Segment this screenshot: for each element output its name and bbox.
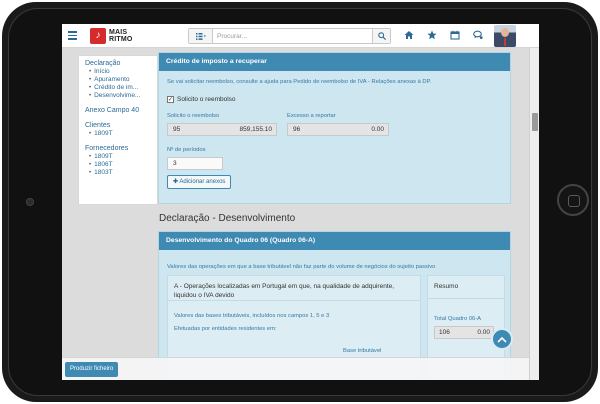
nav-item-inicio[interactable]: Início [89, 68, 151, 76]
app-screen: ♪ MAIS RITMO Procurar... Declaração • In… [62, 24, 539, 380]
scroll-to-top-button[interactable] [491, 328, 513, 350]
nav-item-credito[interactable]: Crédito de im... [89, 84, 151, 92]
nav-group-declaracao: Declaração Início Apuramento Crédito de … [85, 59, 151, 100]
list-icon [195, 32, 206, 40]
menu-icon[interactable] [68, 31, 77, 40]
produce-file-button[interactable]: Produzir ficheiro [65, 362, 119, 377]
chat-icon[interactable] [473, 30, 483, 40]
nav-group-anexo: Anexo Campo 40 [85, 106, 151, 115]
app-logo[interactable]: ♪ MAIS RITMO [90, 27, 133, 45]
search-icon [377, 32, 386, 40]
solicito-code: 95 [173, 126, 181, 133]
nav-header-clientes[interactable]: Clientes [85, 121, 151, 130]
list-filter-dropdown[interactable] [189, 29, 213, 43]
nav-item-apuramento[interactable]: Apuramento [89, 76, 151, 84]
credit-recovery-panel: Crédito de imposto a recuperar Se vai so… [158, 52, 511, 204]
divider [168, 300, 420, 301]
efetuadas-label: Efetuadas por entidades residentes em: [174, 326, 277, 332]
scrollbar-thumb[interactable] [532, 113, 538, 131]
home-icon[interactable] [404, 30, 414, 40]
nav-group-clientes: Clientes 1809T [85, 121, 151, 138]
search-button[interactable] [372, 29, 390, 43]
panel-title: Desenvolvimento do Quadro 06 (Quadro 06-… [159, 232, 510, 250]
nav-item-fornecedores-1809t[interactable]: 1809T [89, 153, 151, 161]
solicito-field[interactable]: 95 859,155.10 [167, 123, 277, 136]
excesso-field[interactable]: 96 0.00 [287, 123, 389, 136]
periodos-field[interactable]: 3 [167, 157, 223, 170]
base-tributavel-header: Base tributável [343, 348, 382, 354]
solicito-value: 859,155.10 [239, 126, 272, 133]
bases-note: Valores das bases tributáveis, incluídos… [174, 313, 330, 319]
resumo-title: Resumo [434, 283, 459, 290]
star-icon[interactable] [427, 30, 437, 40]
excesso-code: 96 [293, 126, 301, 133]
plus-icon: ✚ [173, 179, 179, 185]
total-quadro-label: Total Quadro 06-A [434, 316, 482, 322]
vertical-scrollbar[interactable] [529, 48, 539, 380]
total-quadro-field[interactable]: 106 0.00 [434, 326, 494, 339]
total-quadro-code: 106 [439, 329, 450, 336]
search-input[interactable] [213, 29, 372, 43]
side-navigation: Declaração Início Apuramento Crédito de … [78, 55, 158, 205]
top-icons [404, 30, 483, 40]
panel-title: Crédito de imposto a recuperar [159, 53, 510, 71]
checkbox-label: Solicito o reembolso [177, 96, 236, 103]
chevron-up-icon [497, 336, 507, 343]
divider [428, 298, 504, 299]
nav-group-fornecedores: Fornecedores 1809T 1806T 1803T [85, 144, 151, 177]
add-attachments-button[interactable]: ✚ Adicionar anexos [167, 175, 232, 189]
section-title: Declaração - Desenvolvimento [159, 213, 296, 224]
nav-item-anexo-campo-40[interactable]: Anexo Campo 40 [85, 106, 151, 115]
search-bar [188, 28, 391, 44]
music-note-icon: ♪ [90, 28, 106, 44]
add-attachments-label: Adicionar anexos [179, 179, 226, 185]
calendar-icon[interactable] [450, 30, 460, 40]
excesso-label: Excesso a reportar [287, 113, 336, 119]
periodos-label: Nº de períodos [167, 147, 206, 153]
top-bar: ♪ MAIS RITMO [62, 24, 539, 48]
home-button[interactable] [557, 184, 589, 216]
reimbursement-checkbox[interactable]: ✓ [167, 96, 174, 103]
nav-header-fornecedores[interactable]: Fornecedores [85, 144, 151, 153]
solicito-label: Solicito o reembolso [167, 113, 220, 119]
nav-item-clientes-1809t[interactable]: 1809T [89, 130, 151, 138]
nav-item-fornecedores-1803t[interactable]: 1803T [89, 169, 151, 177]
reimbursement-note: Se vai solicitar reembolso, consulte a a… [167, 79, 432, 85]
operation-a-text: A - Operações localizadas em Portugal em… [174, 283, 395, 299]
periodos-value: 3 [173, 160, 177, 167]
nav-item-desenvolvimento[interactable]: Desenvolvime... [89, 92, 151, 100]
logo-text: MAIS RITMO [109, 29, 133, 43]
total-quadro-value: 0.00 [477, 329, 490, 336]
footer-bar: Produzir ficheiro [62, 357, 529, 380]
quadro-note: Valores das operações em que a base trib… [167, 264, 436, 270]
excesso-value: 0.00 [371, 126, 384, 133]
nav-item-fornecedores-1806t[interactable]: 1806T [89, 161, 151, 169]
nav-header-declaracao[interactable]: Declaração [85, 59, 151, 68]
camera-icon [26, 198, 34, 206]
user-avatar[interactable] [494, 25, 516, 47]
